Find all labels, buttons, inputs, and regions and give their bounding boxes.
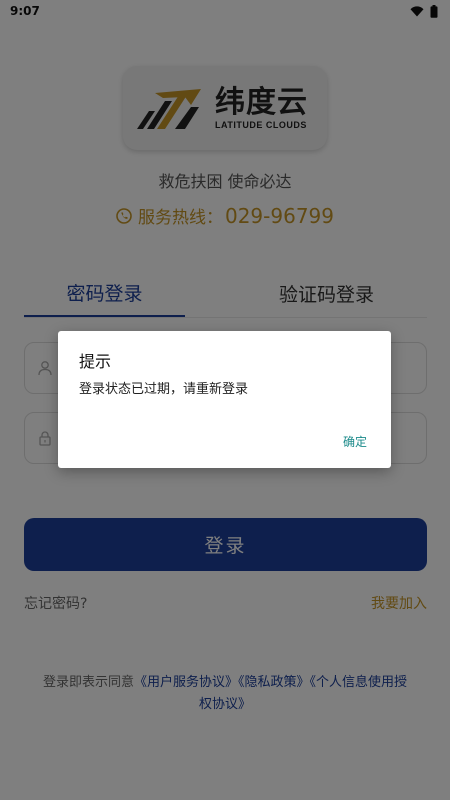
dialog-message: 登录状态已过期，请重新登录: [79, 382, 249, 397]
session-expired-dialog: 提示 登录状态已过期，请重新登录 确定: [58, 331, 391, 468]
dialog-title: 提示: [79, 352, 112, 371]
dialog-ok-button[interactable]: 确定: [343, 433, 367, 450]
